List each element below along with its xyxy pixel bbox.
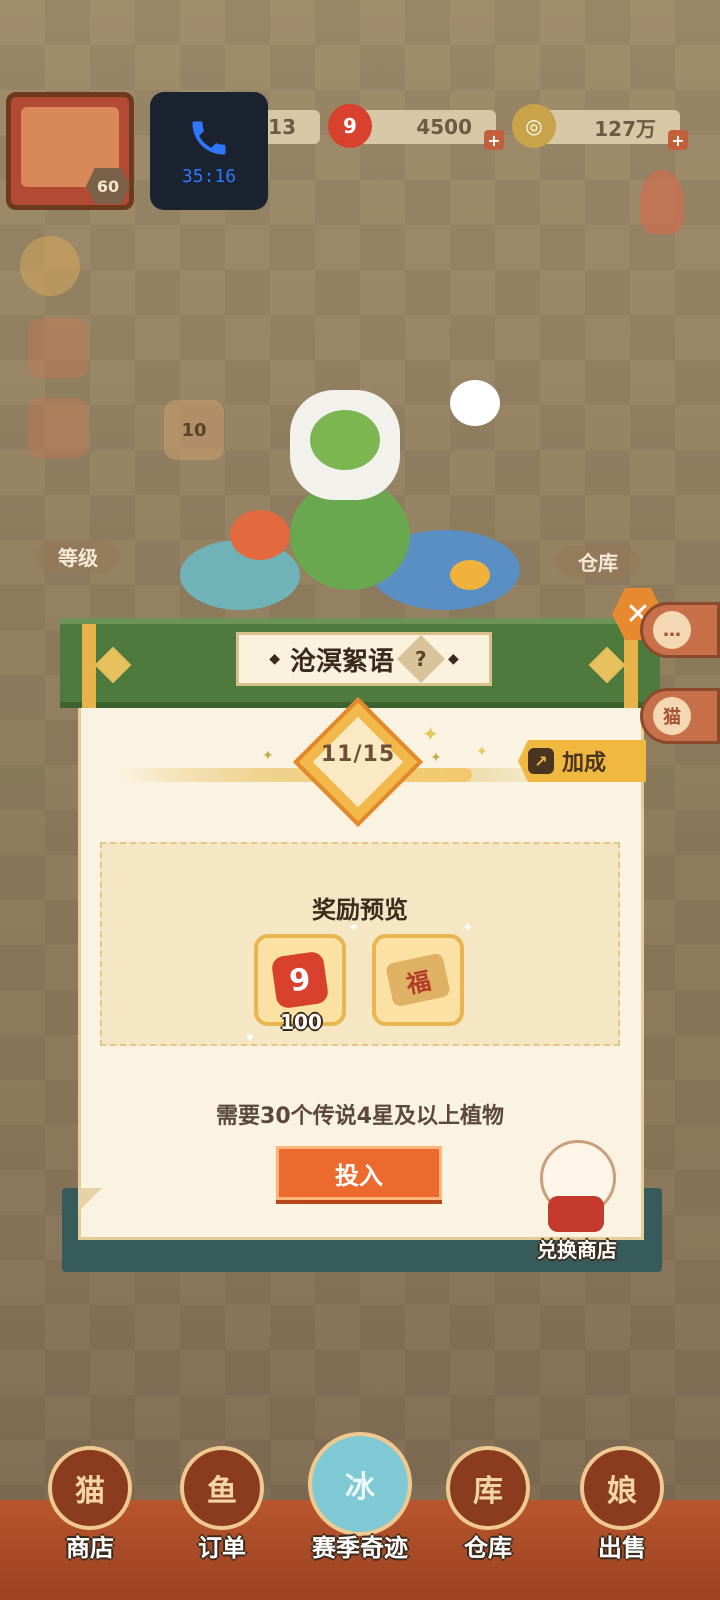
red-gem-icon: 9 (328, 104, 372, 148)
coin-value: 127万 (594, 116, 656, 141)
phone-call-indicator[interactable]: 35:16 (150, 92, 268, 210)
player-level-badge: 60 (86, 168, 130, 204)
banner-diamond-right-icon (588, 646, 626, 684)
bonus-label: 加成 (562, 751, 607, 776)
progress-fill (120, 768, 472, 782)
reward-slot-firecracker[interactable]: 福 (372, 934, 464, 1026)
nav-label: 出售 (598, 1534, 646, 1562)
shop-cat-icon: 猫 (48, 1446, 132, 1530)
orders-fish-icon: 鱼 (180, 1446, 264, 1530)
exchange-shop-button[interactable]: 兑换商店 (522, 1140, 632, 1266)
gem-bar: 9 4500 + (328, 104, 504, 150)
firecracker-icon: 福 (385, 952, 451, 1008)
sparkle-icon: ✦ (262, 748, 274, 764)
help-icon: ? (415, 646, 427, 671)
sparkle-icon: ✦ (348, 920, 360, 936)
help-button[interactable]: ? (396, 634, 446, 684)
panel-title: 沧溟絮语 (289, 646, 394, 677)
trend-up-icon: ↗ (528, 748, 554, 774)
coin-icon: ◎ (512, 104, 556, 148)
red-token-icon: 9 (270, 950, 330, 1010)
nav-shop[interactable]: 猫 商店 (42, 1446, 138, 1566)
nav-label: 订单 (198, 1534, 246, 1562)
nav-label: 赛季奇迹 (312, 1534, 408, 1562)
sparkle-icon: ✦ (476, 744, 488, 760)
event-hero-illustration (170, 360, 530, 610)
nav-orders[interactable]: 鱼 订单 (174, 1446, 270, 1566)
seller-avatar-icon: 娘 (580, 1446, 664, 1530)
gem-value: 4500 (416, 115, 472, 139)
sparkle-icon: ✦ (244, 1030, 256, 1046)
nav-sell[interactable]: 娘 出售 (574, 1446, 670, 1566)
season-iceberg-icon: 冰 (308, 1432, 412, 1536)
upgrade-arrow-icon (20, 236, 80, 296)
chat-button[interactable]: … (640, 602, 720, 658)
progress-text: 11/15 (320, 742, 396, 767)
sparkle-icon: ✦ (422, 722, 439, 746)
coin-bar: ◎ 127万 + (512, 104, 688, 150)
coupon-icon (28, 318, 88, 378)
add-coins-button[interactable]: + (668, 130, 688, 150)
sparkle-icon: ✦ (430, 750, 442, 766)
reward-preview-title: 奖励预览 (312, 896, 408, 924)
call-duration: 35:16 (181, 165, 237, 187)
nav-season-wonder[interactable]: 冰 赛季奇迹 (308, 1432, 412, 1566)
nav-label: 仓库 (464, 1534, 512, 1562)
level-label: 等级 (36, 540, 120, 573)
fish-ornament-icon[interactable] (640, 170, 684, 234)
reward-count: 100 (280, 1010, 322, 1034)
nav-label: 商店 (66, 1534, 114, 1562)
warehouse-icon: 库 (446, 1446, 530, 1530)
mail-icon (28, 398, 88, 458)
submit-label: 投入 (335, 1161, 383, 1190)
chat-bubble-icon: … (653, 611, 691, 649)
requirement-text: 需要30个传说4星及以上植物 (216, 1104, 504, 1129)
add-gems-button[interactable]: + (484, 130, 504, 150)
warehouse-label: 仓库 (556, 545, 640, 578)
reward-preview-box (100, 842, 620, 1046)
bonus-button[interactable]: ↗ 加成 (518, 740, 646, 782)
banner-diamond-left-icon (94, 646, 132, 684)
exchange-shop-label: 兑换商店 (537, 1238, 617, 1262)
panel-title-plate: ◆ 沧溟絮语 ? ◆ (236, 632, 492, 686)
submit-button[interactable]: 投入 (276, 1146, 442, 1200)
lucky-cat-icon: 猫 (653, 697, 691, 735)
lucky-cat-button[interactable]: 猫 (640, 688, 720, 744)
sparkle-icon: ✦ (462, 920, 474, 936)
phone-icon (192, 121, 226, 154)
nav-warehouse[interactable]: 库 仓库 (440, 1446, 536, 1566)
